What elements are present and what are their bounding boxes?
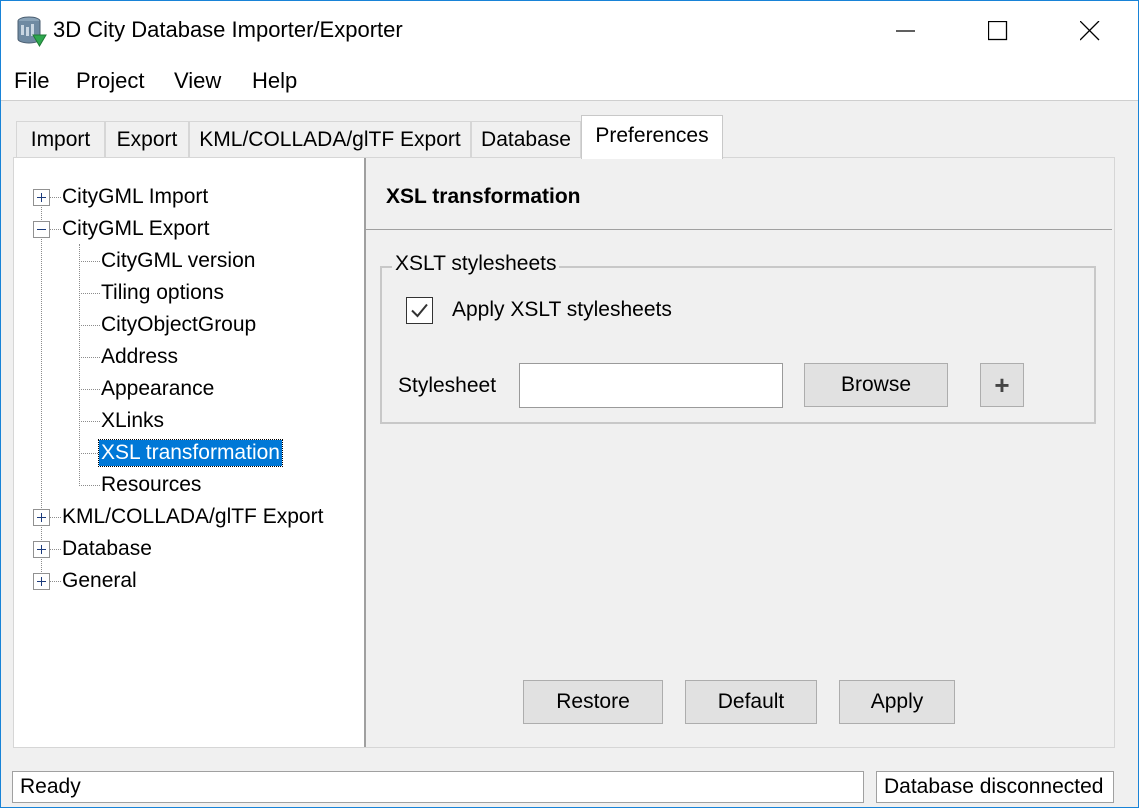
maximize-button[interactable] xyxy=(952,1,1044,61)
tab-import[interactable]: Import xyxy=(16,121,105,158)
group-title: XSLT stylesheets xyxy=(392,252,560,276)
minimize-icon xyxy=(896,30,915,32)
tree-item-kml-collada-gltf-export[interactable]: KML/COLLADA/glTF Export xyxy=(62,504,323,530)
close-icon xyxy=(1080,21,1100,41)
apply-xslt-checkbox[interactable] xyxy=(406,297,433,324)
menu-bar: File Project View Help xyxy=(1,61,1138,101)
tab-preferences[interactable]: Preferences xyxy=(581,115,723,159)
tree-item-citygml-version[interactable]: CityGML version xyxy=(101,248,255,274)
tree-item-tiling-options[interactable]: Tiling options xyxy=(101,280,224,306)
tree-connector xyxy=(49,581,61,582)
pane-title: XSL transformation xyxy=(386,185,581,208)
menu-view[interactable]: View xyxy=(174,68,221,94)
apply-button[interactable]: Apply xyxy=(839,680,955,724)
tree-connector xyxy=(49,549,61,550)
tree-item-database[interactable]: Database xyxy=(62,536,152,562)
expand-icon[interactable] xyxy=(33,509,50,526)
tree-connector xyxy=(49,229,61,230)
status-message: Ready xyxy=(12,771,864,803)
pane-header: XSL transformation xyxy=(366,158,1112,230)
window-title: 3D City Database Importer/Exporter xyxy=(53,17,403,42)
close-button[interactable] xyxy=(1044,1,1136,61)
menu-file[interactable]: File xyxy=(14,68,49,94)
restore-button[interactable]: Restore xyxy=(523,680,663,724)
apply-xslt-label[interactable]: Apply XSLT stylesheets xyxy=(452,298,672,322)
database-status: Database disconnected xyxy=(876,771,1114,803)
tree-item-xlinks[interactable]: XLinks xyxy=(101,408,164,434)
tree-item-address[interactable]: Address xyxy=(101,344,178,370)
stylesheet-input[interactable] xyxy=(519,363,783,408)
tree-item-citygml-import[interactable]: CityGML Import xyxy=(62,184,208,210)
menu-help[interactable]: Help xyxy=(252,68,297,94)
tree-item-cityobjectgroup[interactable]: CityObjectGroup xyxy=(101,312,256,338)
expand-icon[interactable] xyxy=(33,189,50,206)
collapse-icon[interactable] xyxy=(33,221,50,238)
add-stylesheet-button[interactable]: + xyxy=(980,363,1024,407)
xslt-stylesheets-group: XSLT stylesheets Apply XSLT stylesheets … xyxy=(380,252,1096,424)
checkmark-icon xyxy=(411,303,428,318)
tree-item-xsl-transformation[interactable]: XSL transformation xyxy=(98,439,283,467)
tree-connector xyxy=(79,453,100,454)
browse-button[interactable]: Browse xyxy=(804,363,948,407)
tree-connector xyxy=(79,485,100,486)
app-window: 3D City Database Importer/Exporter File … xyxy=(0,0,1139,808)
tree-connector xyxy=(49,197,61,198)
tree-connector xyxy=(49,517,61,518)
stylesheet-label: Stylesheet xyxy=(398,374,497,397)
tree-connector xyxy=(79,293,100,294)
tab-database[interactable]: Database xyxy=(471,121,581,158)
preferences-panel: CityGML Import CityGML Export CityGML ve… xyxy=(13,157,1115,748)
expand-icon[interactable] xyxy=(33,573,50,590)
tree-connector xyxy=(79,261,100,262)
title-bar: 3D City Database Importer/Exporter xyxy=(1,1,1138,61)
tab-kml-collada-gltf-export[interactable]: KML/COLLADA/glTF Export xyxy=(189,121,471,158)
minimize-button[interactable] xyxy=(860,1,952,61)
default-button[interactable]: Default xyxy=(685,680,817,724)
settings-pane: XSL transformation XSLT stylesheets Appl… xyxy=(366,158,1114,747)
tree-item-appearance[interactable]: Appearance xyxy=(101,376,214,402)
tree-connector xyxy=(79,325,100,326)
tab-export[interactable]: Export xyxy=(105,121,189,158)
tree-item-citygml-export[interactable]: CityGML Export xyxy=(62,216,209,242)
menu-project[interactable]: Project xyxy=(76,68,144,94)
tree-item-resources[interactable]: Resources xyxy=(101,472,201,498)
expand-icon[interactable] xyxy=(33,541,50,558)
tree-connector xyxy=(79,389,100,390)
maximize-icon xyxy=(988,21,1008,41)
tree-item-general[interactable]: General xyxy=(62,568,137,594)
tree-connector xyxy=(79,357,100,358)
tree-connector xyxy=(79,421,100,422)
tree-connector xyxy=(79,244,80,486)
preferences-tree: CityGML Import CityGML Export CityGML ve… xyxy=(14,158,364,747)
database-app-icon xyxy=(15,15,47,47)
